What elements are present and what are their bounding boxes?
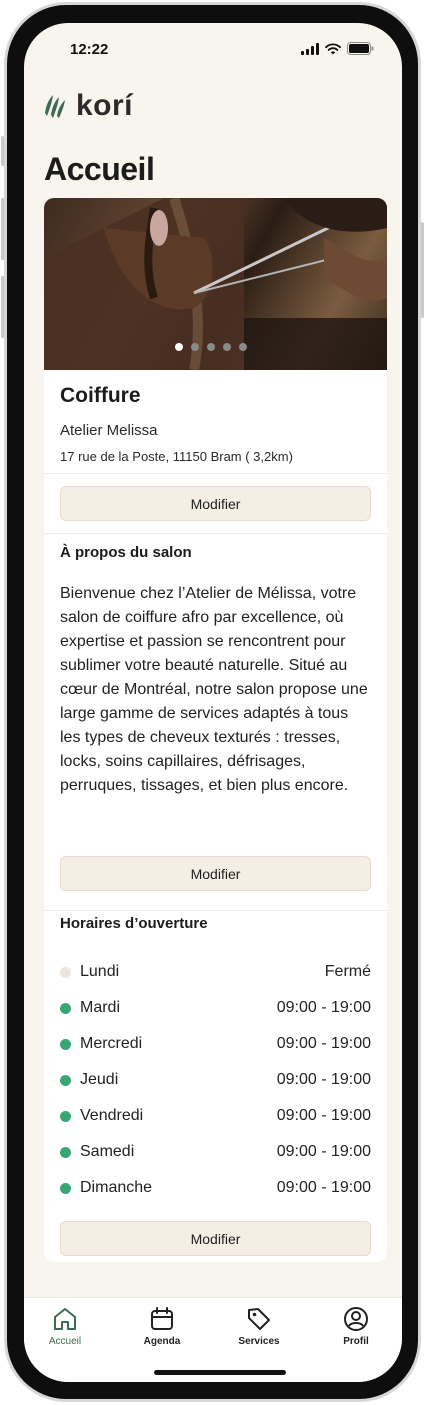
hour-time: 09:00 - 19:00 <box>276 1071 371 1088</box>
tab-profil[interactable]: Profil <box>321 1306 391 1347</box>
edit-hours-button[interactable]: Modifier <box>60 1221 371 1256</box>
hour-time: 09:00 - 19:00 <box>276 1035 371 1052</box>
phone-bezel: 12:22 korí Accueil Coiffure Atelier Meli… <box>7 5 418 1399</box>
carousel-dot[interactable] <box>223 343 231 351</box>
wifi-icon <box>325 42 341 54</box>
brand-logo: korí <box>42 89 133 123</box>
hour-day: Lundi <box>80 963 120 980</box>
carousel-dot[interactable] <box>207 343 215 351</box>
status-dot <box>60 1002 71 1014</box>
hour-day: Samedi <box>80 1143 135 1160</box>
divider <box>44 533 387 534</box>
page-title: Accueil <box>44 151 155 187</box>
signal-icon <box>301 42 319 55</box>
home-indicator <box>154 1370 286 1375</box>
hour-day: Dimanche <box>80 1179 153 1196</box>
status-time: 12:22 <box>70 41 109 58</box>
hour-time: 09:00 - 19:00 <box>276 1143 371 1160</box>
battery-icon <box>347 42 374 55</box>
home-icon <box>54 1308 76 1330</box>
carousel-dot[interactable] <box>239 343 247 351</box>
status-dot <box>60 1038 71 1050</box>
status-bar: 12:22 <box>24 23 402 73</box>
tab-label: Accueil <box>48 1336 82 1347</box>
divider <box>44 910 387 911</box>
edit-service-button[interactable]: Modifier <box>60 486 371 521</box>
status-dot <box>60 1146 71 1158</box>
status-dot <box>60 1182 71 1194</box>
about-description: Bienvenue chez l’Atelier de Mélissa, vot… <box>60 585 368 794</box>
hours-row-mardi: Mardi 09:00 - 19:00 <box>60 990 371 1026</box>
kori-leaf-icon <box>45 95 65 118</box>
status-dot <box>60 1074 71 1086</box>
opening-hours-list: Lundi Fermé Mardi 09:00 - 19:00 Mercredi… <box>60 954 371 1206</box>
salon-card: Coiffure Atelier Melissa 17 rue de la Po… <box>44 198 387 1262</box>
edit-about-button[interactable]: Modifier <box>60 856 371 891</box>
status-dot <box>60 1110 71 1122</box>
status-icons <box>301 42 374 55</box>
tab-label: Agenda <box>143 1336 181 1347</box>
hour-time: 09:00 - 19:00 <box>276 999 371 1016</box>
hour-time: 09:00 - 19:00 <box>276 1179 371 1196</box>
tag-icon <box>248 1308 270 1330</box>
brand-name: korí <box>76 89 134 122</box>
hours-title: Horaires d’ouverture <box>60 915 208 932</box>
hour-day: Jeudi <box>80 1071 119 1088</box>
hour-day: Mercredi <box>80 1035 143 1052</box>
status-dot <box>60 966 71 978</box>
carousel-dot[interactable] <box>191 343 199 351</box>
hour-day: Mardi <box>80 999 121 1016</box>
hours-row-mercredi: Mercredi 09:00 - 19:00 <box>60 1026 371 1062</box>
screen: 12:22 korí Accueil Coiffure Atelier Meli… <box>24 23 402 1382</box>
salon-address: 17 rue de la Poste, 11150 Bram ( 3,2km) <box>60 449 293 464</box>
salon-name: Atelier Melissa <box>60 422 158 439</box>
divider <box>44 473 387 474</box>
tab-label: Profil <box>343 1336 369 1347</box>
phone-frame: 12:22 korí Accueil Coiffure Atelier Meli… <box>4 2 421 1402</box>
tab-services[interactable]: Services <box>224 1306 294 1347</box>
carousel-dot[interactable] <box>175 343 183 351</box>
hours-row-lundi: Lundi Fermé <box>60 954 371 990</box>
about-title: À propos du salon <box>60 544 192 561</box>
calendar-icon <box>151 1307 173 1330</box>
salon-photo-carousel[interactable] <box>44 198 387 370</box>
user-icon <box>344 1307 368 1331</box>
hours-row-vendredi: Vendredi 09:00 - 19:00 <box>60 1098 371 1134</box>
tab-agenda[interactable]: Agenda <box>127 1306 197 1347</box>
service-title: Coiffure <box>60 384 141 407</box>
tab-label: Services <box>238 1336 280 1347</box>
tab-accueil[interactable]: Accueil <box>30 1306 100 1347</box>
hours-row-dimanche: Dimanche 09:00 - 19:00 <box>60 1170 371 1206</box>
hours-row-jeudi: Jeudi 09:00 - 19:00 <box>60 1062 371 1098</box>
hour-day: Vendredi <box>80 1107 144 1124</box>
carousel-dots <box>175 343 247 351</box>
hour-time: 09:00 - 19:00 <box>276 1107 371 1124</box>
hour-time: Fermé <box>324 963 371 980</box>
hours-row-samedi: Samedi 09:00 - 19:00 <box>60 1134 371 1170</box>
